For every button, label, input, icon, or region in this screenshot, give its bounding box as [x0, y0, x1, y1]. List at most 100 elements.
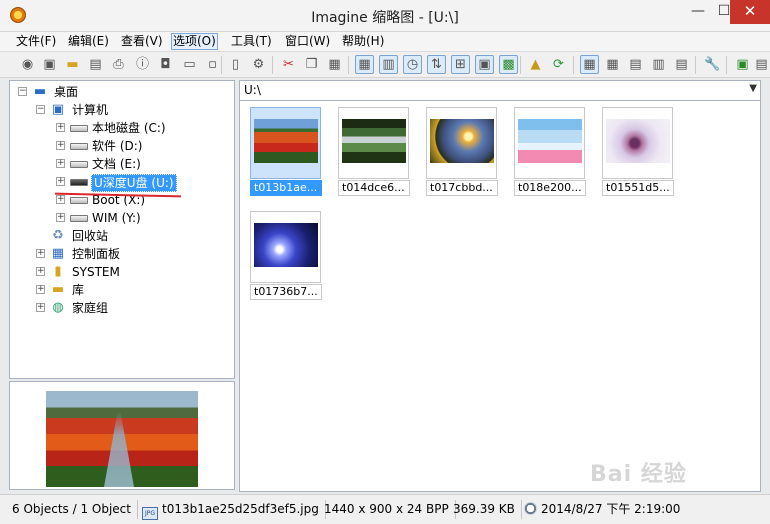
settings-icon[interactable]: 🔧 [703, 55, 722, 74]
chevron-down-icon[interactable]: ▼ [749, 83, 757, 94]
toolbar-separator [520, 56, 521, 74]
tree-expander[interactable]: − [18, 87, 27, 96]
tree-expander[interactable]: + [56, 195, 65, 204]
thumbnail-image [606, 119, 670, 163]
tree-expander[interactable]: + [36, 285, 45, 294]
tree-item-label: U深度U盘 (U:) [91, 174, 177, 192]
usb-drive-icon [70, 179, 88, 186]
status-datetime: 2014/8/27 下午 2:19:00 [541, 502, 681, 516]
tree-expander[interactable]: − [36, 105, 45, 114]
tree-item-label: 文档 (E:) [92, 157, 141, 171]
tree-item-label: SYSTEM [72, 265, 120, 279]
thumbnail[interactable] [250, 107, 321, 179]
menu-file[interactable]: 文件(F) [15, 34, 57, 51]
status-filename: t013b1ae25d25df3ef5.jpg [162, 502, 319, 516]
thumbnail-caption[interactable]: t014dce6... [338, 180, 410, 196]
cut-icon[interactable]: ✂ [279, 55, 298, 74]
address-bar[interactable]: U:\ ▼ [239, 80, 761, 101]
print-icon[interactable]: ⎙ [109, 55, 128, 74]
drive-icon [70, 197, 88, 204]
open-folder-icon[interactable]: ▬ [63, 55, 82, 74]
desktop-icon: ▬ [33, 84, 47, 99]
info-icon[interactable]: ⓘ [133, 55, 152, 74]
sort-icon[interactable]: ⇅ [427, 55, 446, 74]
minimize-button[interactable]: — [685, 0, 711, 24]
delete-icon[interactable]: ▯ [226, 55, 245, 74]
grid-icon[interactable]: ⊞ [451, 55, 470, 74]
toolbar-separator [221, 56, 222, 74]
small-icons-icon[interactable]: ▦ [603, 55, 622, 74]
tree-expander[interactable]: + [56, 123, 65, 132]
save-icon[interactable]: ▤ [86, 55, 105, 74]
menu-view[interactable]: 查看(V) [120, 34, 164, 51]
copy-icon[interactable]: ❐ [302, 55, 321, 74]
large-icons-icon[interactable]: ▦ [580, 55, 599, 74]
recycle-bin-icon: ♻ [52, 228, 64, 243]
table-icon[interactable]: ▤ [672, 55, 691, 74]
thumbnail-caption[interactable]: t01551d5... [602, 180, 674, 196]
browse-icon[interactable]: ▣ [40, 55, 59, 74]
thumbnail-caption[interactable]: t01736b7... [250, 284, 322, 300]
thumbnail[interactable] [602, 107, 673, 179]
thumbnail[interactable] [514, 107, 585, 179]
tree-item-label: WIM (Y:) [92, 211, 141, 225]
thumbnail[interactable] [250, 211, 321, 283]
thumbnail[interactable] [426, 107, 497, 179]
drive-icon [70, 215, 88, 222]
thumbnail-mode-icon[interactable]: ▦ [355, 55, 374, 74]
toolbar-separator [726, 56, 727, 74]
tree-expander[interactable]: + [56, 177, 65, 186]
properties-icon[interactable]: ⚙ [249, 55, 268, 74]
tree-item-label: 家庭组 [72, 301, 109, 315]
list-icon[interactable]: ▤ [626, 55, 645, 74]
thumbnail-image [342, 119, 406, 163]
menu-edit[interactable]: 编辑(E) [67, 34, 110, 51]
thumbnail[interactable] [338, 107, 409, 179]
plugin-icon[interactable]: ▣ [733, 55, 752, 74]
scan-icon[interactable]: ▭ [180, 55, 199, 74]
fullscreen-icon[interactable]: ▩ [499, 55, 518, 74]
menu-help[interactable]: 帮助(H) [341, 34, 385, 51]
menu-options[interactable]: 选项(O) [171, 33, 218, 50]
view-icon[interactable]: ◉ [18, 55, 37, 74]
menu-window[interactable]: 窗口(W) [284, 34, 331, 51]
close-button[interactable]: ✕ [730, 0, 770, 24]
folder-up-icon[interactable]: ▲ [526, 55, 545, 74]
tree-expander[interactable]: + [36, 249, 45, 258]
folder-tree[interactable]: − ▬ 桌面 − ▣ 计算机 + 本地磁盘 (C:) + 软件 (D:) + 文… [9, 80, 235, 379]
thumbnail-caption[interactable]: t013b1ae... [250, 180, 322, 196]
tree-expander[interactable]: + [56, 159, 65, 168]
jpg-file-icon: JPG [142, 507, 158, 520]
refresh-icon[interactable]: ⟳ [549, 55, 568, 74]
thumbnail-caption[interactable]: t018e200... [514, 180, 586, 196]
paste-icon[interactable]: ▦ [325, 55, 344, 74]
tree-item-label: 软件 (D:) [92, 139, 143, 153]
tree-expander[interactable]: + [36, 303, 45, 312]
homegroup-icon: ◍ [52, 300, 64, 315]
thumbnail-grid[interactable]: t013b1ae... t014dce6... t017cbbd... t018… [239, 101, 761, 492]
thumbnail-image [430, 119, 494, 163]
slideshow-icon[interactable]: ▫ [203, 55, 222, 74]
preview-panel [9, 381, 235, 490]
user-folder-icon: ▮ [54, 264, 62, 279]
control-panel-icon: ▦ [51, 246, 65, 261]
thumbnail-caption[interactable]: t017cbbd... [426, 180, 498, 196]
export-icon[interactable]: ▤ [752, 55, 770, 74]
menu-tools[interactable]: 工具(T) [230, 34, 273, 51]
tree-expander[interactable]: + [56, 141, 65, 150]
clock-icon [524, 502, 537, 515]
tree-expander[interactable]: + [56, 213, 65, 222]
toolbar-separator [573, 56, 574, 74]
camera-icon[interactable]: ◘ [156, 55, 175, 74]
frame-icon[interactable]: ▣ [475, 55, 494, 74]
tree-expander[interactable]: + [36, 267, 45, 276]
clock-icon[interactable]: ◷ [403, 55, 422, 74]
film-icon[interactable]: ▥ [379, 55, 398, 74]
library-icon: ▬ [51, 282, 65, 297]
toolbar-separator [272, 56, 273, 74]
status-filename-cell: JPG t013b1ae25d25df3ef5.jpg [142, 500, 326, 520]
window-title: Imagine 缩略图 - [U:\] [311, 10, 459, 26]
tree-item-label: 计算机 [72, 103, 109, 117]
address-path[interactable]: U:\ [244, 83, 261, 97]
details-icon[interactable]: ▥ [649, 55, 668, 74]
